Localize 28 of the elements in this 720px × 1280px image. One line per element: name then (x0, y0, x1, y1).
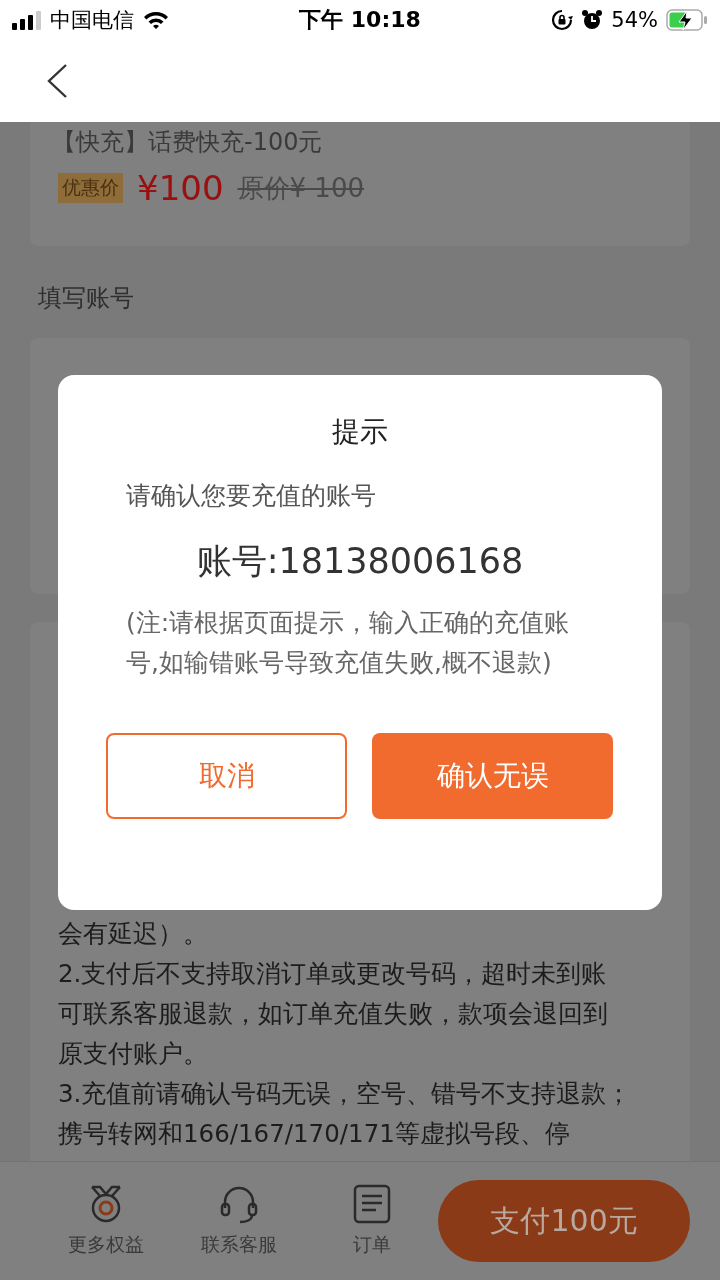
back-icon[interactable] (46, 63, 68, 99)
discount-tag: 优惠价 (58, 173, 123, 203)
document-icon (351, 1184, 392, 1224)
footer-tab[interactable]: 订单 (305, 1184, 439, 1258)
dialog-title: 提示 (331, 414, 389, 450)
note-text: 3.充值前请确认号码无误，空号、错号不支持退款；携号转网和166/167/170/171等虚拟号段、停 (58, 1078, 633, 1150)
headset-icon (219, 1184, 260, 1224)
alarm-icon (581, 9, 604, 31)
dialog-note: (注:请根据页面提示，输入正确的充值账号,如输错账号导致充值失败,概不退款) (126, 607, 571, 679)
pay-button[interactable]: 支付100元 (438, 1180, 690, 1262)
dialog-message: 请确认您要充值的账号 (126, 480, 377, 512)
product-title: 【快充】话费快充-100元 (52, 127, 324, 158)
battery-percentage: 54% (611, 8, 658, 32)
confirm-button[interactable]: 确认无误 (372, 733, 613, 819)
signal-icon (12, 10, 42, 30)
wifi-icon (142, 10, 170, 30)
cancel-button[interactable]: 取消 (106, 733, 347, 819)
footer-tab[interactable]: 联系客服 (172, 1184, 306, 1258)
note-text: 2.支付后不支持取消订单或更改号码，超时未到账可联系客服退款，如订单充值失败，款项会退回到原支付账户。 (58, 958, 609, 1070)
price: ¥100 (137, 168, 224, 208)
battery-charging-icon (666, 9, 708, 31)
carrier-name: 中国电信 (50, 7, 134, 34)
account-number: 账号:18138006168 (195, 540, 525, 583)
section-label: 填写账号 (38, 283, 135, 314)
clock-time: 下午 10:18 (299, 6, 421, 34)
footer-tab[interactable]: 更多权益 (40, 1184, 173, 1258)
note-text: 会有延迟）。 (58, 918, 209, 950)
rotation-lock-icon (551, 9, 574, 31)
